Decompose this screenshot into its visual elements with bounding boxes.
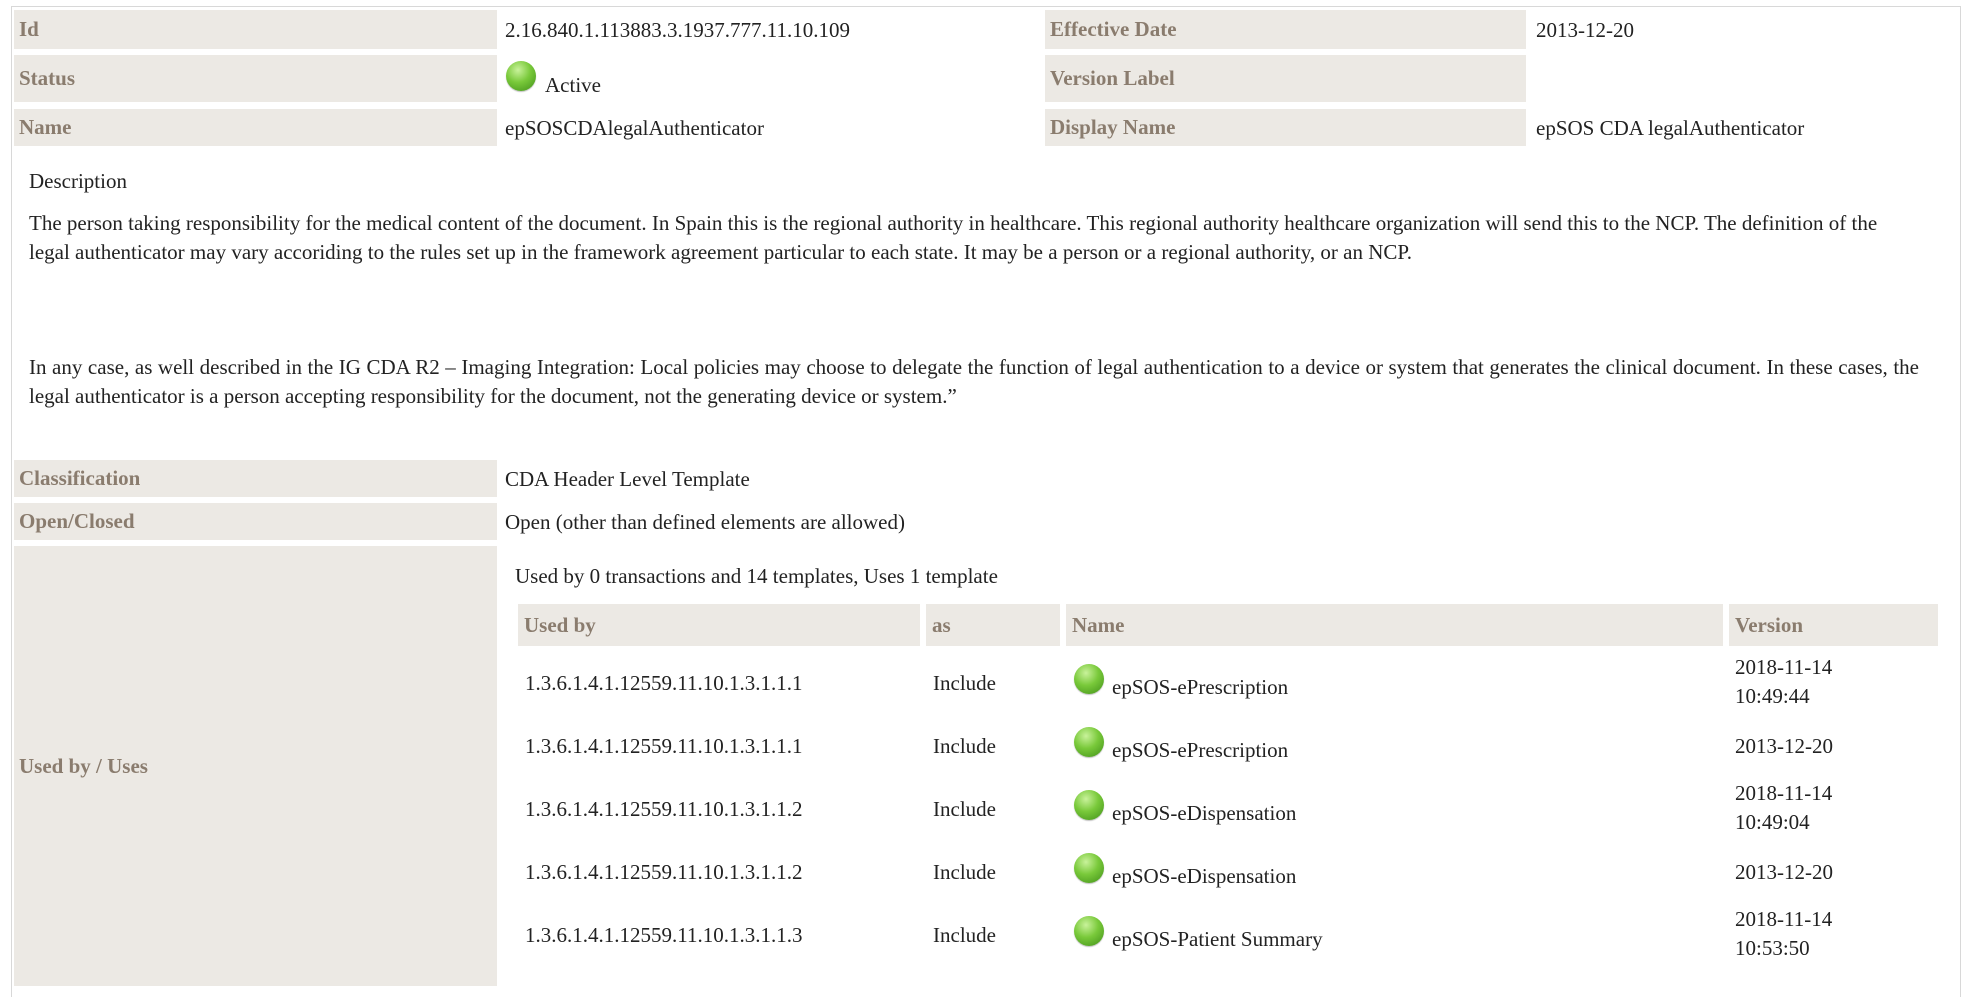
classification-label: Classification [14,460,497,497]
column-header-used-by: Used by [518,604,920,646]
green-status-icon [1074,727,1104,757]
row-relationship: Include [933,860,996,884]
green-status-icon [1074,664,1104,694]
row-template-id[interactable]: 1.3.6.1.4.1.12559.11.10.1.3.1.1.2 [525,797,802,821]
row-version-time: 10:49:44 [1735,684,1810,708]
description-heading: Description [29,169,127,193]
row-template-name[interactable]: epSOS-ePrescription [1112,738,1288,762]
row-version-date: 2018-11-14 [1735,907,1833,931]
row-template-name[interactable]: epSOS-eDispensation [1112,864,1296,888]
used-by-summary: Used by 0 transactions and 14 templates,… [515,564,998,588]
status-value: Active [545,73,601,97]
description-paragraph-2: In any case, as well described in the IG… [29,355,1919,408]
row-template-id[interactable]: 1.3.6.1.4.1.12559.11.10.1.3.1.1.2 [525,860,802,884]
id-value: 2.16.840.1.113883.3.1937.777.11.10.109 [505,18,850,42]
row-template-name[interactable]: epSOS-ePrescription [1112,675,1288,699]
row-template-id[interactable]: 1.3.6.1.4.1.12559.11.10.1.3.1.1.1 [525,671,802,695]
column-header-name: Name [1066,604,1723,646]
row-version-time: 10:49:04 [1735,810,1810,834]
column-header-version: Version [1729,604,1938,646]
row-relationship: Include [933,797,996,821]
open-closed-label: Open/Closed [14,503,497,540]
used-by-label: Used by / Uses [14,546,497,986]
row-relationship: Include [933,734,996,758]
classification-value: CDA Header Level Template [505,467,750,491]
status-label: Status [14,55,497,102]
row-version-date: 2018-11-14 [1735,781,1833,805]
row-relationship: Include [933,671,996,695]
description-paragraph-1: The person taking responsibility for the… [29,211,1878,264]
row-template-name[interactable]: epSOS-Patient Summary [1112,927,1323,951]
column-header-as: as [926,604,1060,646]
green-status-icon [506,61,536,91]
row-version-date: 2013-12-20 [1735,734,1833,758]
display-name-value: epSOS CDA legalAuthenticator [1536,116,1805,140]
row-template-id[interactable]: 1.3.6.1.4.1.12559.11.10.1.3.1.1.1 [525,734,802,758]
row-template-name[interactable]: epSOS-eDispensation [1112,801,1296,825]
name-value: epSOSCDAlegalAuthenticator [505,116,764,140]
id-label: Id [14,10,497,49]
green-status-icon [1074,853,1104,883]
effective-date-label: Effective Date [1045,10,1526,49]
effective-date-value: 2013-12-20 [1536,18,1634,42]
green-status-icon [1074,916,1104,946]
row-version-date: 2018-11-14 [1735,655,1833,679]
version-label-label: Version Label [1045,55,1526,102]
row-relationship: Include [933,923,996,947]
name-label: Name [14,109,497,146]
open-closed-value: Open (other than defined elements are al… [505,510,905,534]
row-template-id[interactable]: 1.3.6.1.4.1.12559.11.10.1.3.1.1.3 [525,923,802,947]
display-name-label: Display Name [1045,109,1526,146]
green-status-icon [1074,790,1104,820]
row-version-date: 2013-12-20 [1735,860,1833,884]
row-version-time: 10:53:50 [1735,936,1810,960]
